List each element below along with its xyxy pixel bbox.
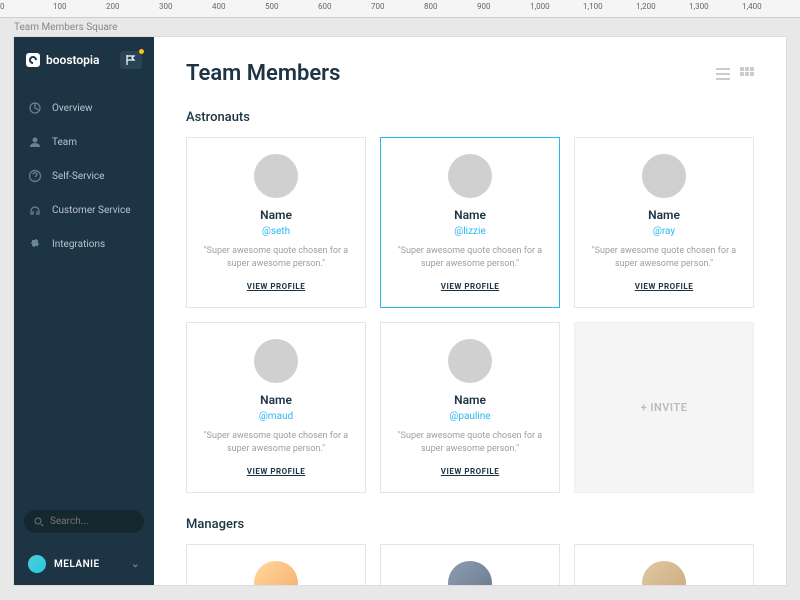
artboard-canvas: boostopia Overview Team Self-Service Custom… [14,37,786,585]
member-name: Name [199,393,353,407]
avatar [254,561,298,585]
section-heading-astronauts: Astronauts [186,110,754,125]
member-handle: @lizzie [393,226,547,237]
member-quote: "Super awesome quote chosen for a super … [587,245,741,270]
avatar-placeholder [642,154,686,198]
member-quote: "Super awesome quote chosen for a super … [393,430,547,455]
grid-icon [740,67,754,81]
search-input[interactable] [50,516,130,527]
member-name: Name [199,208,353,222]
member-name: Name [393,393,547,407]
brand-name: boostopia [46,53,100,67]
member-card[interactable]: Name @ray "Super awesome quote chosen for … [574,137,754,308]
sidebar-item-customer-service[interactable]: Customer Service [14,193,154,227]
member-card[interactable] [186,544,366,585]
avatar-placeholder [448,154,492,198]
member-card[interactable]: Name @maud "Super awesome quote chosen for… [186,322,366,493]
member-name: Name [587,208,741,222]
managers-grid [186,544,754,585]
brand-row: boostopia [14,37,154,83]
headset-icon [28,203,42,217]
astronauts-grid: Name @seth "Super awesome quote chosen for… [186,137,754,493]
search-icon [34,517,44,527]
member-quote: "Super awesome quote chosen for a super … [393,245,547,270]
member-card[interactable]: Name @pauline "Super awesome quote chosen … [380,322,560,493]
main-content: Team Members Astronauts Name @seth "Super … [154,37,786,585]
search-box[interactable] [24,510,144,533]
current-user-row[interactable]: MELANIE ⌄ [14,543,154,585]
brand-logo-icon [26,53,40,67]
avatar-placeholder [254,339,298,383]
pie-icon [28,101,42,115]
current-user-name: MELANIE [54,559,100,570]
nav-label: Customer Service [52,205,131,216]
list-view-toggle[interactable] [716,67,730,81]
nav-label: Overview [52,103,93,114]
sidebar-item-self-service[interactable]: Self-Service [14,159,154,193]
grid-view-toggle[interactable] [740,67,754,81]
member-handle: @maud [199,411,353,422]
member-name: Name [393,208,547,222]
member-handle: @ray [587,226,741,237]
avatar [642,561,686,585]
member-card[interactable]: Name @seth "Super awesome quote chosen for… [186,137,366,308]
chevron-down-icon: ⌄ [131,559,140,570]
member-card[interactable]: Name @lizzie "Super awesome quote chosen f… [380,137,560,308]
nav-label: Integrations [52,239,105,250]
member-quote: "Super awesome quote chosen for a super … [199,430,353,455]
nav-label: Self-Service [52,171,104,182]
ruler-horizontal: 01002003004005006007008009001,0001,1001,… [0,0,800,18]
nav-label: Team [52,137,77,148]
flag-button[interactable] [120,51,142,69]
sidebar-item-overview[interactable]: Overview [14,91,154,125]
sidebar-item-integrations[interactable]: Integrations [14,227,154,261]
title-row: Team Members [186,61,754,86]
view-profile-link[interactable]: VIEW PROFILE [393,282,547,291]
invite-card[interactable]: + INVITE [574,322,754,493]
member-card[interactable] [574,544,754,585]
section-heading-managers: Managers [186,517,754,532]
page-title: Team Members [186,61,340,86]
view-toggle-group [716,67,754,81]
view-profile-link[interactable]: VIEW PROFILE [199,467,353,476]
view-profile-link[interactable]: VIEW PROFILE [587,282,741,291]
user-icon [28,135,42,149]
member-quote: "Super awesome quote chosen for a super … [199,245,353,270]
member-card[interactable] [380,544,560,585]
list-icon [716,67,730,81]
flag-icon [126,55,136,65]
member-handle: @seth [199,226,353,237]
view-profile-link[interactable]: VIEW PROFILE [199,282,353,291]
avatar-placeholder [254,154,298,198]
artboard-label: Team Members Square [0,18,800,37]
puzzle-icon [28,237,42,251]
member-handle: @pauline [393,411,547,422]
avatar [448,561,492,585]
help-icon [28,169,42,183]
sidebar-item-team[interactable]: Team [14,125,154,159]
nav: Overview Team Self-Service Customer Service… [14,83,154,500]
avatar [28,555,46,573]
sidebar: boostopia Overview Team Self-Service Custom… [14,37,154,585]
avatar-placeholder [448,339,492,383]
view-profile-link[interactable]: VIEW PROFILE [393,467,547,476]
